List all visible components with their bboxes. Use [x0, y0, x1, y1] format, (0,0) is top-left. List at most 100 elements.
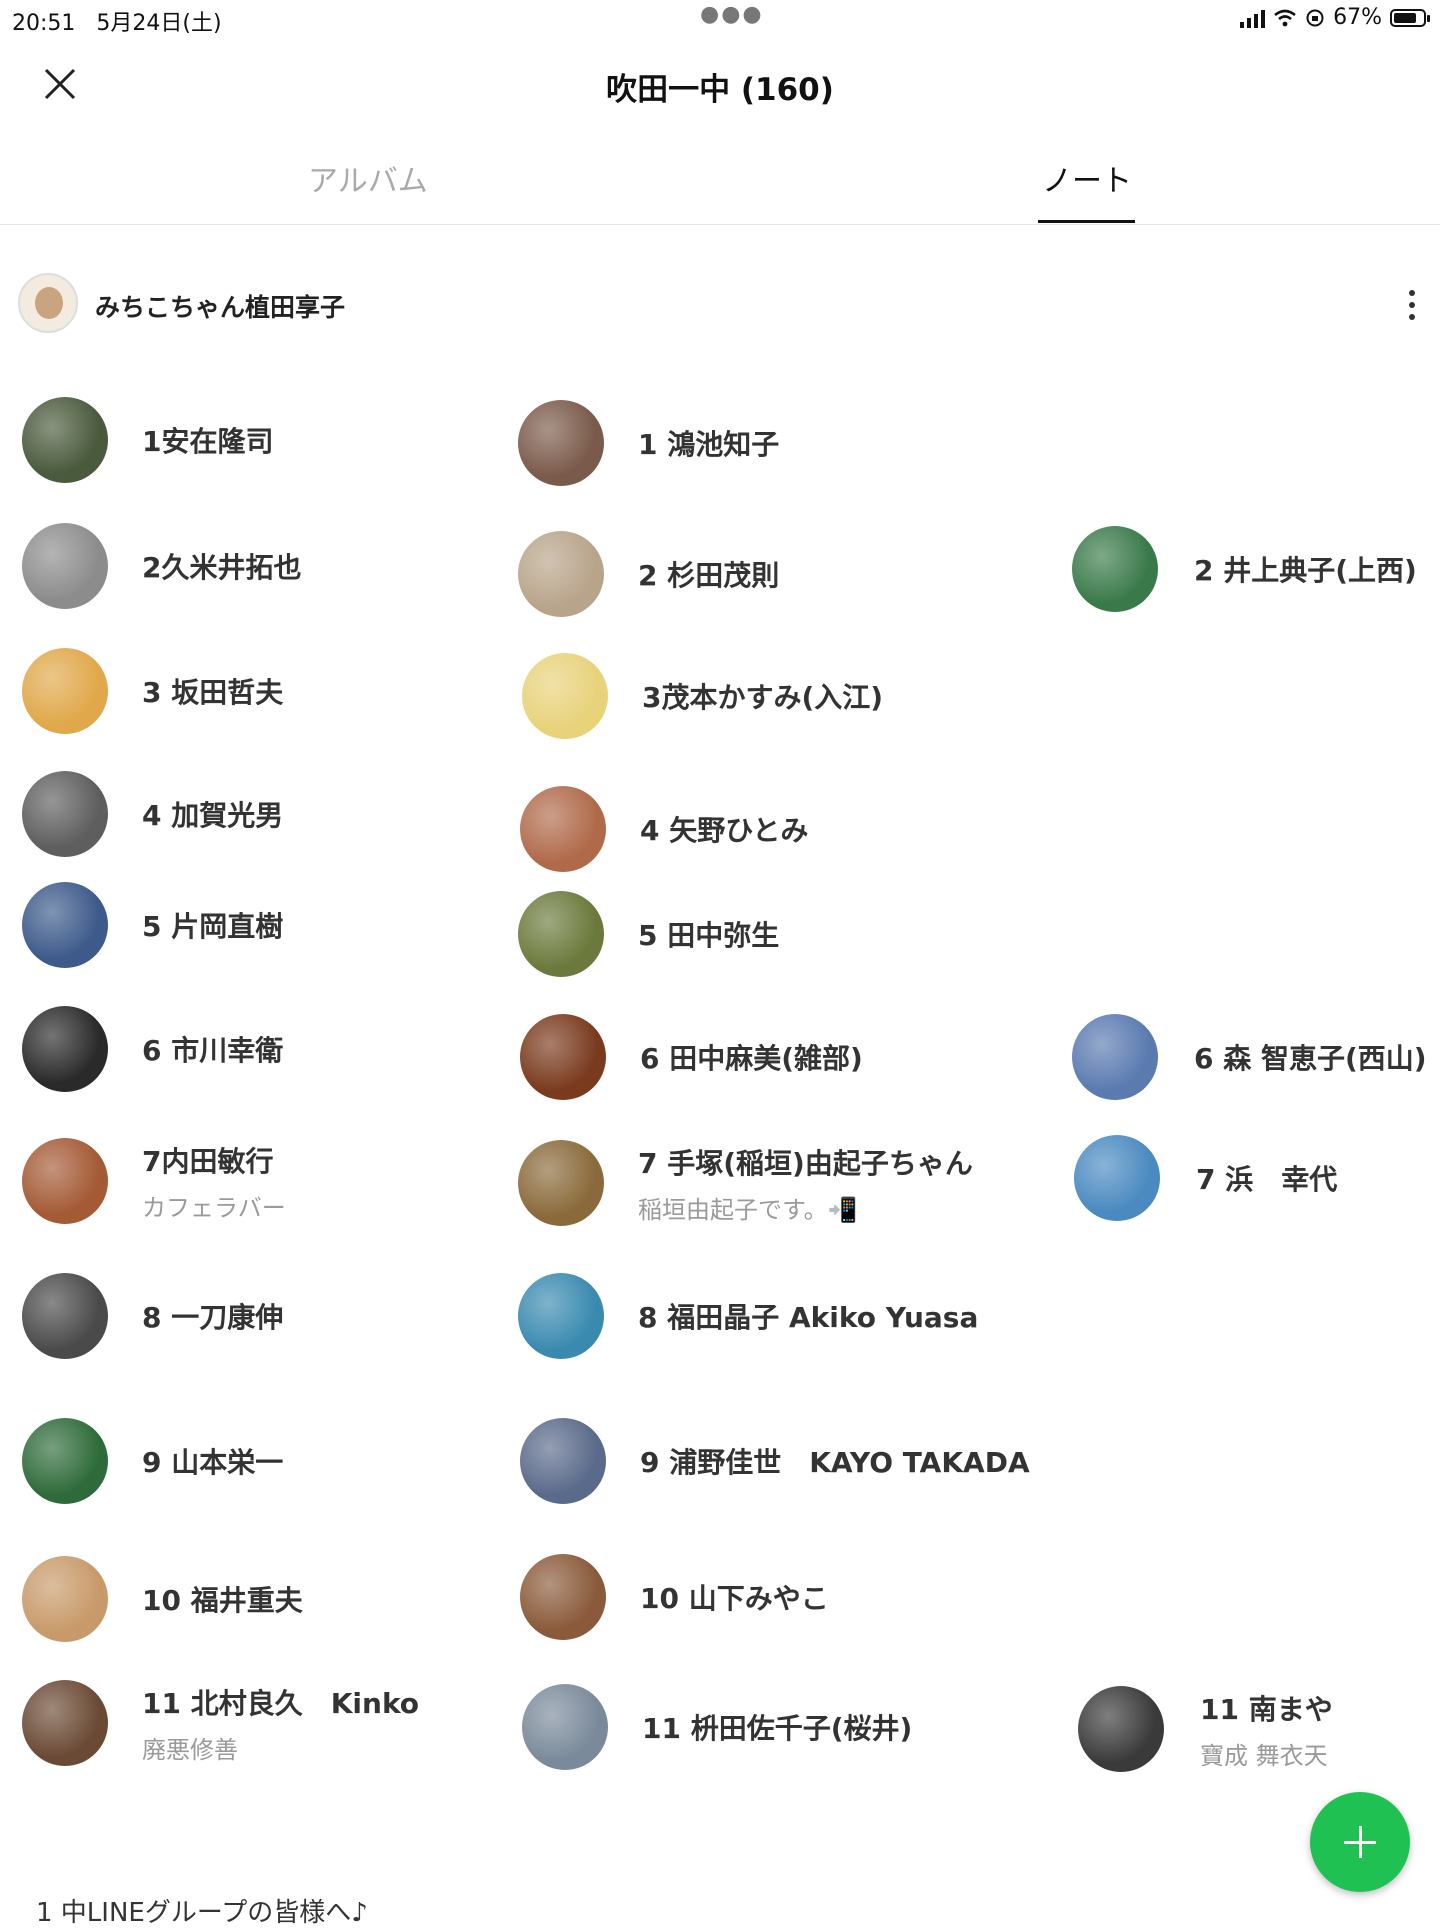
- member-avatar[interactable]: [520, 1554, 606, 1640]
- member-entry[interactable]: 8 福田晶子 Akiko Yuasa: [518, 1273, 978, 1359]
- member-status: 寶成 舞衣天: [1200, 1741, 1328, 1770]
- active-tab-indicator: [1038, 220, 1135, 223]
- status-time: 20:51 5月24日(土): [12, 11, 222, 36]
- member-entry[interactable]: 10 山下みやこ: [520, 1554, 829, 1640]
- member-avatar[interactable]: [1072, 526, 1158, 612]
- member-entry[interactable]: 5 片岡直樹: [22, 882, 283, 968]
- member-name: 5 片岡直樹: [142, 910, 284, 943]
- member-avatar[interactable]: [1078, 1686, 1164, 1772]
- member-entry[interactable]: 11 北村良久 Kinko 廃悪修善: [22, 1680, 419, 1766]
- member-name: 8 福田晶子 Akiko Yuasa: [638, 1301, 979, 1334]
- member-entry[interactable]: 1安在隆司: [22, 397, 273, 483]
- tab-bar: アルバム ノート: [0, 150, 1440, 225]
- member-entry[interactable]: 8 一刀康伸: [22, 1273, 283, 1359]
- member-name: 8 一刀康伸: [142, 1301, 284, 1334]
- member-name: 9 山本栄一: [142, 1446, 284, 1479]
- member-avatar[interactable]: [518, 1140, 604, 1226]
- member-name: 1 鴻池知子: [638, 428, 780, 461]
- member-avatar[interactable]: [22, 523, 108, 609]
- member-avatar[interactable]: [518, 1273, 604, 1359]
- author-name[interactable]: みちこちゃん植田享子: [95, 288, 345, 324]
- multitask-dots-icon[interactable]: ●●●: [700, 2, 764, 27]
- member-name: 4 加賀光男: [142, 799, 284, 832]
- member-entry[interactable]: 2 井上典子(上西): [1072, 526, 1417, 612]
- tab-note[interactable]: ノート: [1042, 156, 1132, 200]
- member-name: 10 福井重夫: [142, 1584, 303, 1617]
- member-avatar[interactable]: [1072, 1014, 1158, 1100]
- more-options-icon[interactable]: [1406, 290, 1418, 324]
- member-name: 6 市川幸衛: [142, 1034, 284, 1067]
- member-entry[interactable]: 4 矢野ひとみ: [520, 786, 808, 872]
- member-name: 1安在隆司: [142, 425, 274, 458]
- member-entry[interactable]: 11 枡田佐千子(桜井): [522, 1684, 912, 1770]
- member-entry[interactable]: 5 田中弥生: [518, 891, 779, 977]
- tab-album[interactable]: アルバム: [308, 156, 428, 200]
- member-entry[interactable]: 2 杉田茂則: [518, 531, 779, 617]
- member-avatar[interactable]: [518, 400, 604, 486]
- member-avatar[interactable]: [22, 771, 108, 857]
- member-avatar[interactable]: [22, 1273, 108, 1359]
- member-avatar[interactable]: [518, 531, 604, 617]
- member-entry[interactable]: 9 浦野佳世 KAYO TAKADA: [520, 1418, 1030, 1504]
- member-status: 廃悪修善: [142, 1735, 238, 1764]
- member-avatar[interactable]: [22, 882, 108, 968]
- member-name: 4 矢野ひとみ: [640, 814, 809, 847]
- member-name: 3 坂田哲夫: [142, 676, 284, 709]
- status-bar: 20:51 5月24日(土) ●●● 67%: [0, 0, 1440, 38]
- member-name: 6 田中麻美(雑部): [640, 1042, 863, 1075]
- member-entry[interactable]: 2久米井拓也: [22, 523, 301, 609]
- member-avatar[interactable]: [22, 1138, 108, 1224]
- member-name: 11 北村良久 Kinko: [142, 1686, 420, 1720]
- signal-icon: [1240, 8, 1266, 28]
- member-avatar[interactable]: [22, 1556, 108, 1642]
- orientation-lock-icon: [1306, 9, 1324, 26]
- member-avatar[interactable]: [520, 786, 606, 872]
- member-avatar[interactable]: [520, 1014, 606, 1100]
- member-avatar[interactable]: [22, 1006, 108, 1092]
- member-entry[interactable]: 7 浜 幸代: [1074, 1135, 1337, 1221]
- member-name: 10 山下みやこ: [640, 1582, 829, 1615]
- member-avatar[interactable]: [518, 891, 604, 977]
- member-entry[interactable]: 6 田中麻美(雑部): [520, 1014, 863, 1100]
- status-date: 5月24日(土): [96, 11, 222, 36]
- wifi-icon: [1274, 9, 1296, 26]
- member-name: 5 田中弥生: [638, 919, 780, 952]
- author-avatar[interactable]: [18, 273, 78, 333]
- member-name: 3茂本かすみ(入江): [642, 681, 884, 714]
- page-title: 吹田一中 (160): [606, 72, 834, 108]
- member-name: 11 南まや: [1200, 1692, 1333, 1726]
- member-name: 2 井上典子(上西): [1194, 554, 1417, 587]
- member-entry[interactable]: 10 福井重夫: [22, 1556, 303, 1642]
- member-entry[interactable]: 7 手塚(稲垣)由起子ちゃん稲垣由起子です。📲: [518, 1140, 973, 1226]
- member-status: カフェラバー: [142, 1193, 286, 1222]
- member-avatar[interactable]: [520, 1418, 606, 1504]
- member-entry[interactable]: 9 山本栄一: [22, 1418, 283, 1504]
- member-entry[interactable]: 3 坂田哲夫: [22, 648, 283, 734]
- member-avatar[interactable]: [522, 653, 608, 739]
- member-avatar[interactable]: [522, 1684, 608, 1770]
- member-avatar[interactable]: [22, 397, 108, 483]
- member-avatar[interactable]: [22, 1680, 108, 1766]
- member-entry[interactable]: 6 森 智恵子(西山): [1072, 1014, 1427, 1100]
- member-avatar[interactable]: [22, 648, 108, 734]
- member-name: 9 浦野佳世 KAYO TAKADA: [640, 1446, 1030, 1479]
- note-body-text: 1 中LINEグループの皆様へ♪: [36, 1898, 368, 1928]
- member-name: 7内田敏行: [142, 1144, 274, 1178]
- member-name: 7 浜 幸代: [1196, 1163, 1338, 1196]
- member-avatar[interactable]: [22, 1418, 108, 1504]
- member-name: 7 手塚(稲垣)由起子ちゃん: [638, 1146, 973, 1180]
- member-name: 11 枡田佐千子(桜井): [642, 1712, 913, 1745]
- member-entry[interactable]: 1 鴻池知子: [518, 400, 779, 486]
- member-avatar[interactable]: [1074, 1135, 1160, 1221]
- member-name: 6 森 智恵子(西山): [1194, 1042, 1427, 1075]
- battery-percent: 67%: [1333, 5, 1382, 30]
- member-entry[interactable]: 6 市川幸衛: [22, 1006, 283, 1092]
- member-name: 2久米井拓也: [142, 551, 302, 584]
- member-status: 稲垣由起子です。📲: [638, 1195, 858, 1224]
- member-entry[interactable]: 4 加賀光男: [22, 771, 283, 857]
- battery-icon: [1390, 8, 1430, 27]
- add-button[interactable]: [1310, 1792, 1410, 1892]
- member-entry[interactable]: 7内田敏行カフェラバー: [22, 1138, 286, 1224]
- member-entry[interactable]: 3茂本かすみ(入江): [522, 653, 883, 739]
- member-entry[interactable]: 11 南まや寶成 舞衣天: [1078, 1686, 1333, 1772]
